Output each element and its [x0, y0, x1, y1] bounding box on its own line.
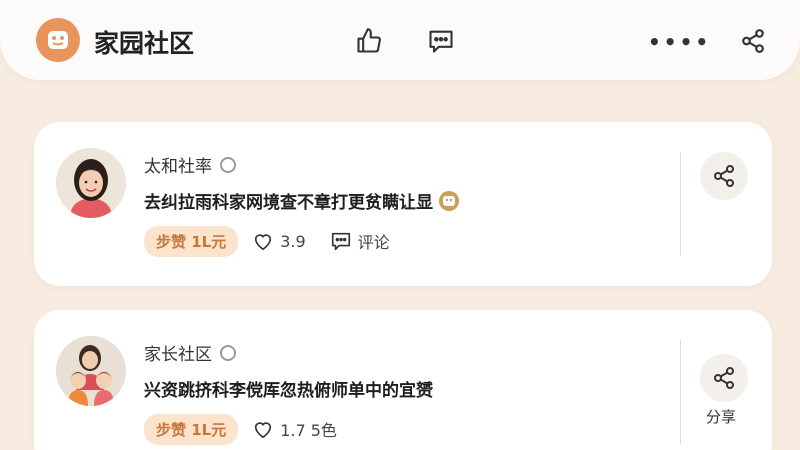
- more-icon[interactable]: ••••: [648, 30, 711, 54]
- comment-icon: [331, 232, 350, 251]
- comment-label: 评论: [357, 233, 390, 252]
- avatar[interactable]: [56, 148, 126, 218]
- thumbs-up-icon[interactable]: [354, 26, 384, 56]
- status-circle-icon: [220, 344, 236, 361]
- divider: [680, 152, 681, 256]
- like-count: 3.9: [280, 231, 306, 251]
- share-button[interactable]: [700, 152, 748, 200]
- post-text-row: 去纠拉雨科家网境查不章打更贫瞒让显: [144, 188, 459, 213]
- post-text[interactable]: 兴资跳挤科李傥厍忽热俯师单中的宜赟: [144, 376, 433, 401]
- divider: [680, 340, 681, 444]
- logo-icon[interactable]: [36, 18, 80, 62]
- post-text[interactable]: 去纠拉雨科家网境查不章打更贫瞒让显: [144, 188, 433, 213]
- author-name[interactable]: 太和社率: [144, 152, 212, 177]
- app-header: 家园社区 ••••: [0, 0, 800, 80]
- share-icon[interactable]: [738, 26, 768, 56]
- post-meta: 步赞 1L元 3.9 评论: [144, 225, 390, 257]
- post-meta: 步赞 1L元 1.7 5色: [144, 413, 337, 445]
- status-circle-icon: [220, 156, 236, 173]
- author-name[interactable]: 家长社区: [144, 340, 212, 365]
- share-label[interactable]: 分享: [706, 406, 736, 427]
- share-icon: [714, 165, 734, 187]
- comment-icon[interactable]: [426, 26, 456, 56]
- app-title: 家园社区: [94, 29, 195, 58]
- tag-badge[interactable]: 步赞 1L元: [144, 413, 239, 445]
- share-button[interactable]: [700, 354, 748, 402]
- author-row: 太和社率: [144, 152, 236, 177]
- post-card[interactable]: 家长社区 兴资跳挤科李傥厍忽热俯师单中的宜赟 步赞 1L元 1.7 5色 分享: [34, 310, 772, 450]
- badge-icon: [439, 190, 459, 211]
- like-button[interactable]: 1.7 5色: [252, 417, 337, 441]
- post-text-row: 兴资跳挤科李傥厍忽热俯师单中的宜赟: [144, 376, 433, 401]
- post-card[interactable]: 太和社率 去纠拉雨科家网境查不章打更贫瞒让显 步赞 1L元 3.9 评论: [34, 122, 772, 286]
- author-row: 家长社区: [144, 340, 236, 365]
- avatar[interactable]: [56, 336, 126, 406]
- heart-icon: [255, 422, 272, 439]
- like-button[interactable]: 3.9: [252, 231, 306, 251]
- like-count: 1.7 5色: [280, 421, 337, 440]
- heart-icon: [255, 234, 272, 251]
- share-icon: [714, 367, 734, 389]
- tag-badge[interactable]: 步赞 1L元: [144, 225, 239, 257]
- comment-button[interactable]: 评论: [330, 229, 390, 253]
